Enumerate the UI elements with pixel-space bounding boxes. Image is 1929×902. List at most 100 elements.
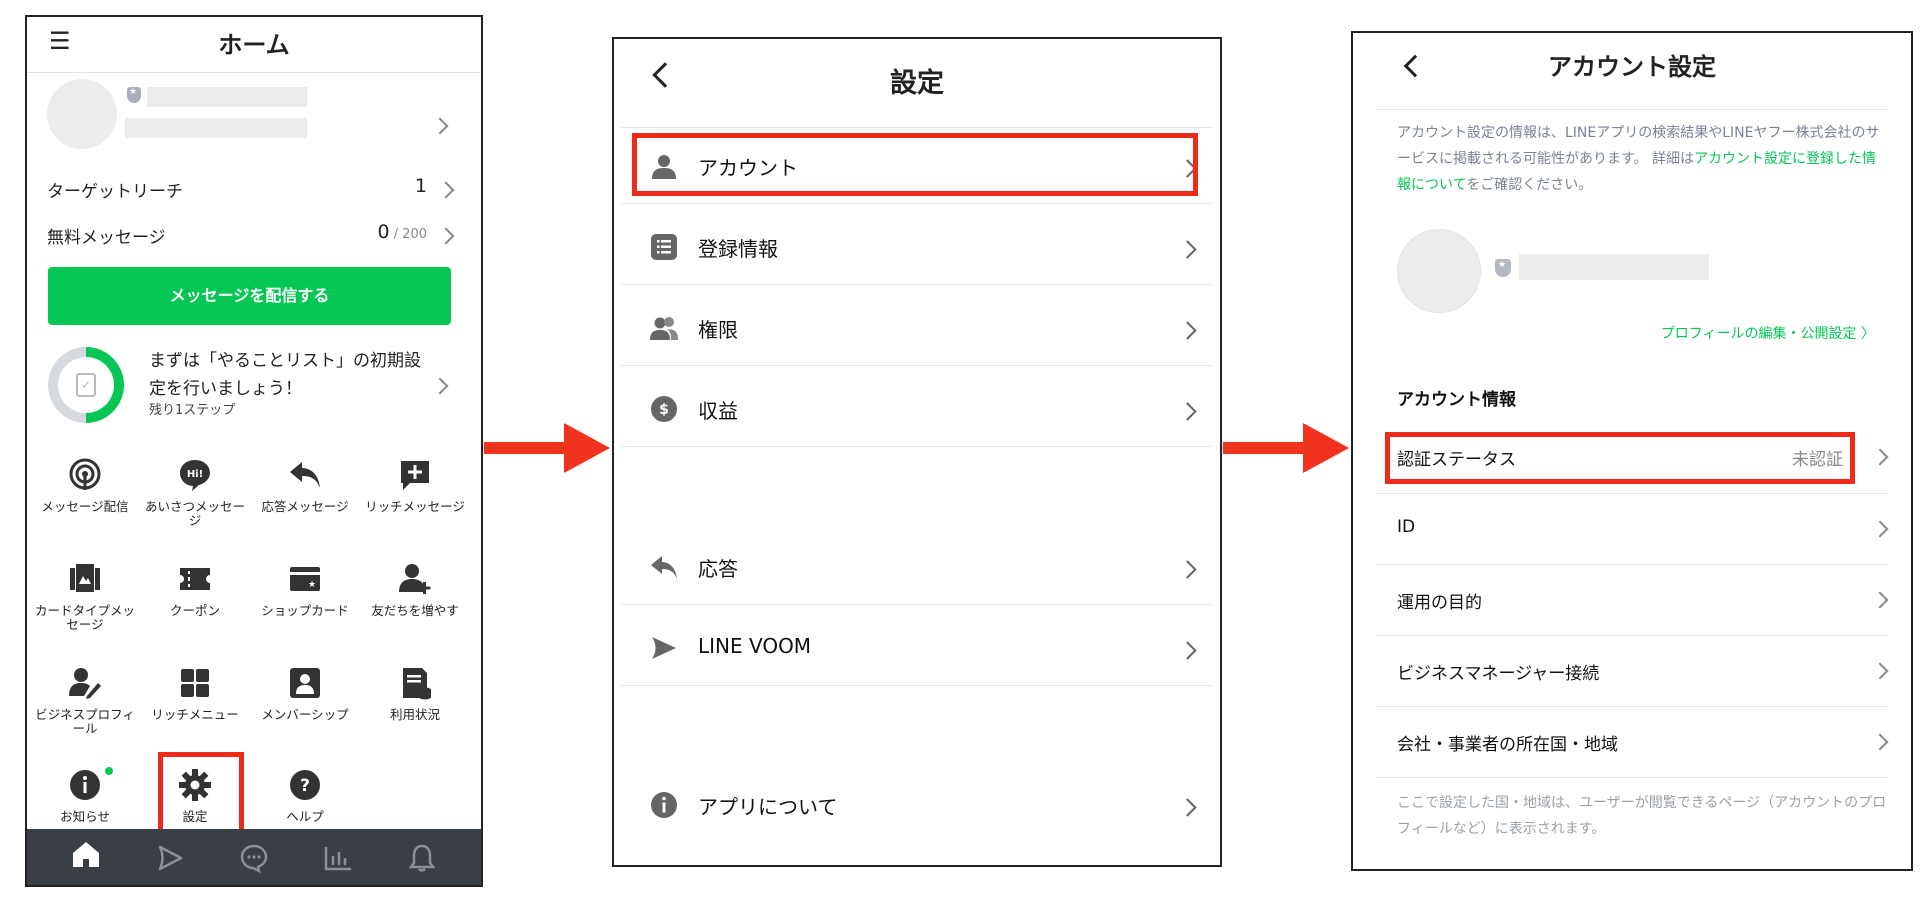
membership-icon (290, 668, 320, 698)
grid-broadcast[interactable]: メッセージ配信 (31, 458, 139, 514)
grid-rich-message[interactable]: リッチメッセージ (361, 458, 469, 514)
settings-highlight (158, 752, 244, 838)
chevron-right-icon[interactable] (1178, 798, 1197, 817)
grid-label: あいさつメッセージ (144, 499, 245, 528)
chevron-right-icon: 〉 (1861, 326, 1875, 342)
grid-label: お知らせ (60, 809, 110, 824)
divider (621, 203, 1213, 204)
page-title: 設定 (890, 68, 944, 99)
row-id[interactable]: ID (1397, 517, 1415, 537)
free-message-count: 0 (377, 221, 390, 243)
divider (1375, 493, 1889, 494)
chevron-right-icon[interactable] (1178, 402, 1197, 421)
notice-tail: をご確認ください。 (1466, 177, 1593, 193)
page-title: ホーム (218, 31, 290, 59)
chevron-right-icon[interactable] (1871, 733, 1889, 751)
grid-card-type[interactable]: カードタイプメッセージ (31, 562, 139, 632)
row-purpose[interactable]: 運用の目的 (1397, 588, 1482, 613)
bell-icon[interactable] (407, 843, 437, 873)
chevron-right-icon[interactable] (1871, 591, 1889, 609)
grid-coupon[interactable]: クーポン (141, 562, 249, 618)
shield-badge-icon (127, 87, 141, 103)
todo-remaining: 残り1ステップ (149, 403, 236, 418)
settings-item-registration[interactable]: 登録情報 (698, 233, 778, 262)
divider (621, 284, 1213, 285)
divider (1375, 564, 1889, 565)
row-country-region[interactable]: 会社・事業者の所在国・地域 (1397, 730, 1618, 755)
avatar[interactable] (1397, 229, 1481, 313)
verification-highlight (1385, 432, 1855, 484)
grid-auto-reply[interactable]: 応答メッセージ (251, 458, 359, 514)
flow-arrow (1223, 423, 1349, 473)
grid-greeting[interactable]: Hi! あいさつメッセージ (141, 458, 249, 528)
header-divider (1375, 109, 1889, 110)
svg-text:★: ★ (308, 580, 316, 590)
shield-badge-icon (1495, 259, 1511, 277)
voom-icon[interactable] (155, 843, 185, 873)
grid-add-friends[interactable]: 友だちを増やす (361, 562, 469, 618)
header-divider (621, 127, 1213, 128)
notification-dot (105, 767, 113, 775)
account-notice: アカウント設定の情報は、LINEアプリの検索結果やLINEヤフー株式会社のサービ… (1397, 120, 1887, 198)
grid-business-profile[interactable]: ビジネスプロフィール (31, 666, 139, 736)
chevron-right-icon[interactable] (431, 117, 449, 135)
account-highlight (632, 133, 1198, 196)
grid-label: メンバーシップ (261, 707, 349, 722)
greeting-icon: Hi! (180, 460, 210, 491)
grid-label: ショップカード (261, 603, 349, 618)
settings-item-about[interactable]: アプリについて (698, 791, 837, 820)
row-business-manager[interactable]: ビジネスマネージャー接続 (1397, 659, 1599, 684)
free-message-label[interactable]: 無料メッセージ (47, 223, 166, 248)
account-name-placeholder (147, 87, 307, 107)
grid-label: 利用状況 (389, 707, 440, 722)
chat-icon[interactable] (239, 843, 269, 873)
grid-help[interactable]: ? ヘルプ (251, 768, 359, 824)
todo-progress-ring: ✓ (48, 347, 124, 423)
grid-shop-card[interactable]: ★ ショップカード (251, 562, 359, 618)
free-message-value: 0 / 200 (377, 221, 427, 243)
grid-label: メッセージ配信 (41, 499, 129, 514)
target-reach-label[interactable]: ターゲットリーチ (47, 177, 183, 202)
grid-label: 応答メッセージ (261, 499, 349, 514)
svg-text:$: $ (659, 402, 669, 418)
settings-item-response[interactable]: 応答 (698, 553, 738, 582)
dollar-icon: $ (651, 396, 677, 422)
broadcast-icon (69, 458, 101, 490)
reply-icon (651, 556, 677, 579)
card-type-icon (70, 564, 100, 592)
grid-rich-menu[interactable]: リッチメニュー (141, 666, 249, 722)
grid-label: ヘルプ (286, 809, 324, 824)
settings-item-voom[interactable]: LINE VOOM (698, 634, 811, 658)
bottom-tab-bar (27, 829, 481, 885)
grid-notice[interactable]: お知らせ (31, 768, 139, 824)
chevron-right-icon[interactable] (1871, 662, 1889, 680)
chevron-right-icon[interactable] (431, 377, 449, 395)
chevron-right-icon[interactable] (437, 227, 455, 245)
shop-card-icon: ★ (290, 567, 320, 591)
settings-item-permissions[interactable]: 権限 (698, 314, 738, 343)
info-icon (70, 770, 100, 800)
chevron-right-icon[interactable] (1178, 321, 1197, 340)
grid-membership[interactable]: メンバーシップ (251, 666, 359, 722)
divider (621, 446, 1213, 447)
chevron-right-icon[interactable] (1178, 240, 1197, 259)
avatar[interactable] (47, 79, 117, 149)
todo-title[interactable]: まずは「やることリスト」の初期設定を行いましょう！ (149, 347, 429, 403)
chevron-right-icon[interactable] (1178, 560, 1197, 579)
usage-icon (403, 668, 431, 700)
account-name-placeholder (1519, 254, 1709, 280)
send-message-button[interactable]: メッセージを配信する (48, 267, 451, 325)
profile-edit-link[interactable]: プロフィールの編集・公開設定 〉 (1661, 323, 1875, 343)
insight-icon[interactable] (323, 843, 353, 873)
home-icon[interactable] (71, 839, 101, 869)
divider (621, 604, 1213, 605)
chevron-right-icon[interactable] (1871, 448, 1889, 466)
settings-item-revenue[interactable]: 収益 (698, 395, 738, 424)
grid-label: ビジネスプロフィール (35, 707, 135, 736)
country-note: ここで設定した国・地域は、ユーザーが閲覧できるページ（アカウントのプロフィールな… (1397, 795, 1887, 837)
chevron-right-icon[interactable] (437, 181, 455, 199)
chevron-right-icon[interactable] (1871, 520, 1889, 538)
chevron-right-icon[interactable] (1178, 641, 1197, 660)
grid-label: リッチメッセージ (365, 499, 465, 514)
grid-usage[interactable]: 利用状況 (361, 666, 469, 722)
